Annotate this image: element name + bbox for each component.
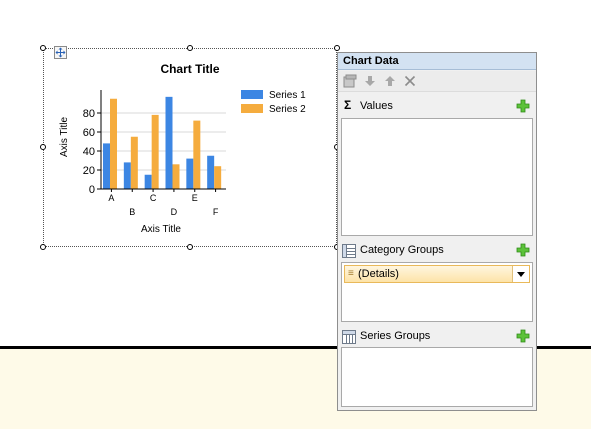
bar (165, 96, 173, 189)
move-up-icon[interactable] (382, 73, 398, 89)
y-tick-label: 60 (83, 127, 95, 139)
add-category-group-plus-icon[interactable] (516, 243, 530, 257)
y-tick-label: 80 (83, 108, 95, 120)
legend-label: Series 1 (269, 90, 306, 101)
panel-title: Chart Data (338, 53, 536, 70)
y-tick-label: 40 (83, 146, 95, 158)
values-label: Values (360, 100, 393, 112)
values-section-header: Σ Values (338, 97, 536, 117)
category-groups-section-header: Category Groups (338, 241, 536, 261)
panel-toolbar (338, 71, 536, 92)
grip-icon: ≡ (348, 268, 354, 279)
values-drop-area[interactable] (341, 118, 533, 236)
bar (186, 158, 194, 189)
series-groups-label: Series Groups (360, 330, 431, 342)
x-tick-label: A (108, 193, 114, 203)
chevron-down-icon[interactable] (512, 266, 529, 282)
bar (144, 174, 152, 189)
category-group-details-item[interactable]: ≡ (Details) (344, 265, 530, 283)
x-tick-label: F (213, 207, 219, 217)
properties-icon[interactable] (342, 73, 358, 89)
bar (123, 162, 131, 189)
y-tick-label: 20 (83, 165, 95, 177)
x-tick-label: C (150, 193, 157, 203)
category-groups-icon (342, 244, 356, 258)
x-axis-title: Axis Title (141, 224, 181, 235)
bar (130, 136, 138, 189)
bar (172, 164, 180, 189)
chart-data-panel: Chart Data Σ Values Category Groups ≡ (D… (337, 52, 537, 411)
chart-title: Chart Title (160, 62, 219, 76)
bar (214, 166, 222, 189)
legend-label: Series 2 (269, 104, 306, 115)
category-group-details-label: (Details) (358, 268, 399, 280)
x-tick-label: B (129, 207, 135, 217)
y-axis-title: Axis Title (59, 117, 70, 157)
series-groups-icon (342, 330, 356, 344)
x-tick-label: D (171, 207, 178, 217)
category-groups-drop-area[interactable]: ≡ (Details) (341, 262, 533, 322)
series-groups-drop-area[interactable] (341, 347, 533, 407)
sigma-icon: Σ (344, 98, 352, 112)
add-series-group-plus-icon[interactable] (516, 329, 530, 343)
delete-icon[interactable] (402, 73, 418, 89)
x-tick-label: E (192, 193, 198, 203)
move-down-icon[interactable] (362, 73, 378, 89)
bar (110, 98, 117, 189)
series-groups-section-header: Series Groups (338, 327, 536, 347)
y-tick-label: 0 (89, 184, 95, 196)
bar (103, 143, 110, 189)
legend-swatch (241, 104, 263, 113)
bar (151, 114, 159, 189)
category-groups-label: Category Groups (360, 244, 444, 256)
legend-swatch (241, 90, 263, 99)
bar (193, 120, 201, 189)
add-value-plus-icon[interactable] (516, 99, 530, 113)
chart[interactable]: Chart Title Axis Title Axis Title 0 20 40 6… (44, 50, 336, 246)
bar (207, 155, 215, 189)
